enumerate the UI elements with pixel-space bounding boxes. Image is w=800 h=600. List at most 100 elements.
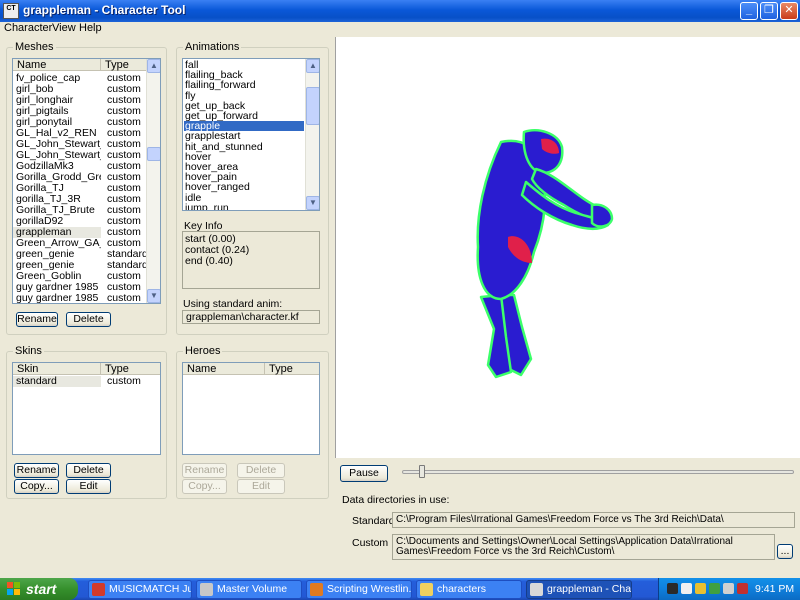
table-row[interactable]: guy gardner 1985 custom <box>13 282 146 293</box>
taskbar-button[interactable]: MUSICMATCH Ju... <box>88 580 192 599</box>
menu-help[interactable]: Help <box>79 22 102 34</box>
meshes-scrollbar[interactable]: ▲ ▼ <box>146 59 160 303</box>
meshes-col-type[interactable]: Type <box>101 59 148 71</box>
scroll-up-icon[interactable]: ▲ <box>306 59 319 73</box>
list-item[interactable]: standard custom <box>13 376 151 387</box>
mesh-name: GL_Hal_v2_REN <box>16 128 97 139</box>
table-row[interactable]: Gorilla_TJ_Brute custom <box>13 205 146 216</box>
tray-shield-icon[interactable] <box>695 583 706 594</box>
skins-delete-button[interactable]: Delete <box>66 463 111 478</box>
standard-anim-label: Using standard anim: <box>183 298 283 310</box>
list-item[interactable]: jump_run <box>185 203 229 210</box>
list-item[interactable]: start (0.00) <box>185 234 236 245</box>
meshes-list[interactable]: Name Type fv_police_cap custom girl_bob cus… <box>12 58 161 304</box>
table-row[interactable]: Green_Arrow_GA_Y... custom <box>13 238 146 249</box>
heroes-rename-button[interactable]: Rename <box>182 463 227 478</box>
custom-dir-field: C:\Documents and Settings\Owner\Local Se… <box>392 534 775 560</box>
meshes-rename-button[interactable]: Rename <box>16 312 58 327</box>
task-app-icon <box>530 583 543 596</box>
skins-copy-button[interactable]: Copy... <box>14 479 59 494</box>
table-row[interactable]: guy gardner 1985 a... custom <box>13 293 146 304</box>
tray-volume-icon[interactable] <box>681 583 692 594</box>
heroes-delete-button[interactable]: Delete <box>237 463 285 478</box>
table-row[interactable]: GL_Hal_v2_REN custom <box>13 128 146 139</box>
list-item[interactable]: contact (0.24) <box>185 245 249 256</box>
scroll-down-icon[interactable]: ▼ <box>306 196 319 210</box>
list-item[interactable]: grapplestart <box>185 131 240 142</box>
skins-list[interactable]: Skin Type standard custom <box>12 362 161 455</box>
table-row[interactable]: grappleman custom <box>13 227 146 238</box>
character-viewport[interactable] <box>335 37 800 458</box>
taskbar-button[interactable]: grappleman - Cha... <box>526 580 632 599</box>
menu-view[interactable]: View <box>52 22 76 34</box>
tray-zonealarm-icon[interactable] <box>737 583 748 594</box>
heroes-copy-button[interactable]: Copy... <box>182 479 227 494</box>
skins-rename-button[interactable]: Rename <box>14 463 59 478</box>
meshes-col-name[interactable]: Name <box>13 59 101 71</box>
mesh-name: guy gardner 1985 <box>16 282 99 293</box>
table-row[interactable]: green_genie standard <box>13 249 146 260</box>
table-row[interactable]: girl_ponytail custom <box>13 117 146 128</box>
skins-edit-button[interactable]: Edit <box>66 479 111 494</box>
mesh-name: Green_Goblin <box>16 271 82 282</box>
table-row[interactable]: GL_John_Stewart_... custom <box>13 150 146 161</box>
table-row[interactable]: girl_pigtails custom <box>13 106 146 117</box>
timeline-slider-track[interactable] <box>402 470 794 474</box>
table-row[interactable]: fv_police_cap custom <box>13 73 146 84</box>
tray-monitor-icon[interactable] <box>723 583 734 594</box>
meshes-delete-button[interactable]: Delete <box>66 312 111 327</box>
pause-button[interactable]: Pause <box>340 465 388 482</box>
scroll-down-icon[interactable]: ▼ <box>147 289 160 303</box>
table-row[interactable]: girl_longhair custom <box>13 95 146 106</box>
mesh-name: gorilla_TJ_3R <box>16 194 81 205</box>
animations-list[interactable]: fall flailing_back flailing_forward fly get_… <box>182 58 320 211</box>
tray-check-icon[interactable] <box>709 583 720 594</box>
table-row[interactable]: Gorilla_TJ custom <box>13 183 146 194</box>
tray-app-icon[interactable] <box>667 583 678 594</box>
task-app-icon <box>420 583 433 596</box>
maximize-button[interactable]: ❐ <box>760 2 778 20</box>
table-row[interactable]: GL_John_Stewart_7... custom <box>13 139 146 150</box>
heroes-col-name[interactable]: Name <box>183 363 265 375</box>
minimize-button[interactable]: _ <box>740 2 758 20</box>
heroes-header: Name Type <box>183 363 319 375</box>
list-item[interactable]: flailing_forward <box>185 80 256 91</box>
table-row[interactable]: Gorilla_Grodd_Gren custom <box>13 172 146 183</box>
list-item[interactable]: end (0.40) <box>185 256 233 267</box>
scroll-thumb[interactable] <box>147 147 160 161</box>
table-row[interactable]: GodzillaMk3 custom <box>13 161 146 172</box>
key-info-list[interactable]: start (0.00) contact (0.24) end (0.40) <box>182 231 320 289</box>
scroll-up-icon[interactable]: ▲ <box>147 59 160 73</box>
skins-col-skin[interactable]: Skin <box>13 363 101 375</box>
start-button[interactable]: start <box>0 578 78 600</box>
skins-col-type[interactable]: Type <box>101 363 160 375</box>
mesh-type: custom <box>107 293 141 304</box>
task-label: grappleman - Cha... <box>547 583 632 595</box>
taskbar-button[interactable]: Scripting Wrestlin... <box>306 580 412 599</box>
menu-character[interactable]: Character <box>4 22 52 34</box>
start-label: start <box>26 581 57 597</box>
animations-scrollbar[interactable]: ▲ ▼ <box>305 59 319 210</box>
taskbar-button[interactable]: characters <box>416 580 522 599</box>
list-item[interactable]: hover_ranged <box>185 182 250 193</box>
meshes-header: Name Type <box>13 59 148 71</box>
timeline-slider-thumb[interactable] <box>418 465 425 478</box>
mesh-type: custom <box>107 216 141 227</box>
table-row[interactable]: gorilla_TJ_3R custom <box>13 194 146 205</box>
scroll-thumb[interactable] <box>306 87 319 125</box>
heroes-col-type[interactable]: Type <box>265 363 319 375</box>
heroes-list[interactable]: Name Type <box>182 362 320 455</box>
table-row[interactable]: girl_bob custom <box>13 84 146 95</box>
heroes-edit-button[interactable]: Edit <box>237 479 285 494</box>
table-row[interactable]: gorillaD92 custom <box>13 216 146 227</box>
mesh-name: gorillaD92 <box>16 216 64 227</box>
taskbar-button[interactable]: Master Volume <box>196 580 302 599</box>
task-label: Master Volume <box>217 583 288 595</box>
custom-dir-label: Custom <box>352 537 389 549</box>
close-button[interactable]: ✕ <box>780 2 798 20</box>
table-row[interactable]: green_genie standard <box>13 260 146 271</box>
animations-label: Animations <box>183 41 242 53</box>
standard-anim-field: grappleman\character.kf <box>182 310 320 324</box>
browse-custom-button[interactable]: ... <box>777 544 793 559</box>
table-row[interactable]: Green_Goblin custom <box>13 271 146 282</box>
